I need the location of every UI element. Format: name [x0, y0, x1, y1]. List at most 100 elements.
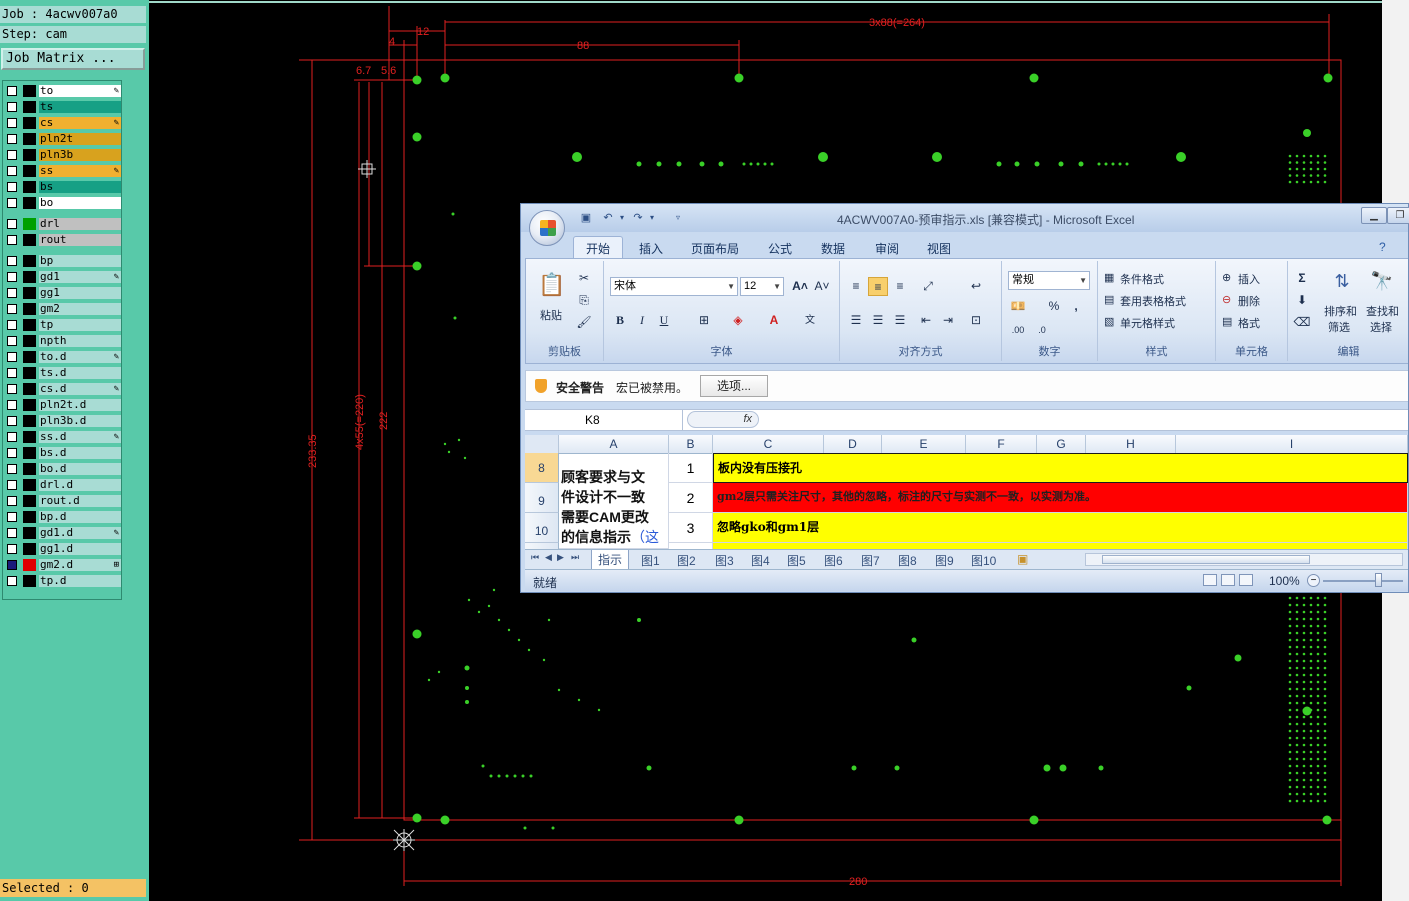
sort-filter-button[interactable]: 排序和 [1324, 303, 1357, 319]
layer-checkbox[interactable] [7, 384, 17, 394]
column-header-f[interactable]: F [966, 435, 1037, 453]
layer-color-swatch[interactable] [23, 415, 36, 427]
layer-row-gd1[interactable]: gd1 ✎ [5, 270, 121, 284]
cell-style-button[interactable]: 单元格样式 [1120, 315, 1175, 331]
layer-row-tp-d[interactable]: tp.d [5, 574, 121, 588]
layer-row-tp[interactable]: tp [5, 318, 121, 332]
layer-row-bo[interactable]: bo [5, 196, 121, 210]
layer-checkbox[interactable] [7, 336, 17, 346]
layer-name[interactable]: pln3b [39, 149, 121, 161]
help-icon[interactable]: ? [1379, 240, 1386, 254]
decrease-indent-icon[interactable]: ⇤ [916, 311, 936, 330]
align-middle-icon[interactable]: ≡ [868, 277, 888, 296]
layer-row-ts-d[interactable]: ts.d [5, 366, 121, 380]
layer-checkbox[interactable] [7, 512, 17, 522]
worksheet-grid[interactable]: A B C D E F G H I 8 9 10 顾客要求与文 件设计不一致 需… [525, 435, 1408, 549]
row-header-9[interactable]: 9 [525, 483, 559, 513]
layer-name[interactable]: gg1 [39, 287, 121, 299]
layer-checkbox[interactable] [7, 480, 17, 490]
layer-color-swatch[interactable] [23, 511, 36, 523]
merged-cell-a[interactable]: 顾客要求与文 件设计不一致 需要CAM更改 的信息指示（这 [559, 453, 669, 549]
layer-color-swatch[interactable] [23, 319, 36, 331]
layer-row-rout-d[interactable]: rout.d [5, 494, 121, 508]
borders-icon[interactable]: ⊞ [694, 311, 714, 330]
layer-row-cs-d[interactable]: cs.d ✎ [5, 382, 121, 396]
percent-icon[interactable]: % [1044, 297, 1064, 316]
find-select-button[interactable]: 查找和 [1366, 303, 1399, 319]
decrease-decimal-icon[interactable]: .0 [1032, 321, 1052, 340]
copy-icon[interactable]: ⎘ [574, 291, 594, 310]
layer-checkbox[interactable] [7, 118, 17, 128]
sheet-tab[interactable]: 图4 [751, 552, 770, 569]
layer-color-swatch[interactable] [23, 527, 36, 539]
increase-decimal-icon[interactable]: .00 [1008, 321, 1028, 340]
layer-name[interactable]: bo.d [39, 463, 121, 475]
align-center-icon[interactable]: ☰ [868, 311, 888, 330]
prev-sheet-icon[interactable]: ◀ [545, 552, 552, 563]
tab-review[interactable]: 审阅 [875, 240, 899, 257]
layer-name[interactable]: pln3b.d [39, 415, 121, 427]
layer-color-swatch[interactable] [23, 271, 36, 283]
layer-checkbox[interactable] [7, 416, 17, 426]
layer-name[interactable]: bs [39, 181, 121, 193]
layer-color-swatch[interactable] [23, 303, 36, 315]
layer-color-swatch[interactable] [23, 165, 36, 177]
layer-row-ss[interactable]: ss ✎ [5, 164, 121, 178]
conditional-format-button[interactable]: 条件格式 [1120, 271, 1164, 287]
layer-checkbox[interactable] [7, 182, 17, 192]
layer-name[interactable]: bs.d [39, 447, 121, 459]
layer-color-swatch[interactable] [23, 447, 36, 459]
layer-row-pln3b[interactable]: pln3b [5, 148, 121, 162]
layer-color-swatch[interactable] [23, 117, 36, 129]
layer-name[interactable]: ts [39, 101, 121, 113]
excel-window[interactable]: 4ACWV007A0-预审指示.xls [兼容模式] - Microsoft E… [520, 203, 1409, 593]
column-header-b[interactable]: B [669, 435, 713, 453]
redo-dropdown-icon[interactable]: ▾ [645, 212, 659, 224]
layer-row-bs-d[interactable]: bs.d [5, 446, 121, 460]
cut-icon[interactable]: ✂ [574, 269, 594, 288]
align-right-icon[interactable]: ☰ [890, 311, 910, 330]
undo-dropdown-icon[interactable]: ▾ [615, 212, 629, 224]
comma-icon[interactable]: , [1066, 297, 1086, 316]
normal-view-icon[interactable] [1203, 574, 1217, 586]
layer-row-gg1[interactable]: gg1 [5, 286, 121, 300]
column-header-h[interactable]: H [1086, 435, 1176, 453]
layer-name[interactable]: rout [39, 234, 121, 246]
layer-row-bs[interactable]: bs [5, 180, 121, 194]
grow-font-icon[interactable]: A˄ [790, 277, 810, 296]
cell-c8-notice[interactable]: 板内没有压接孔 [713, 453, 1408, 483]
font-size-combo[interactable]: 12 ▼ [740, 277, 784, 296]
layer-color-swatch[interactable] [23, 234, 36, 246]
number-format-combo[interactable]: 常规 ▼ [1008, 271, 1090, 290]
layer-name[interactable]: pln2t.d [39, 399, 121, 411]
save-icon[interactable]: ▣ [579, 212, 593, 224]
increase-indent-icon[interactable]: ⇥ [938, 311, 958, 330]
layer-checkbox[interactable] [7, 352, 17, 362]
column-header-e[interactable]: E [882, 435, 966, 453]
layer-color-swatch[interactable] [23, 101, 36, 113]
layer-checkbox[interactable] [7, 134, 17, 144]
align-bottom-icon[interactable]: ≡ [890, 277, 910, 296]
minimize-icon[interactable]: ▁ [1361, 207, 1387, 224]
sheet-tab[interactable]: 图2 [677, 552, 696, 569]
layer-name[interactable]: ss ✎ [39, 165, 121, 177]
sort-filter-icon[interactable]: ⇅ [1328, 267, 1356, 295]
layer-name[interactable]: gm2 [39, 303, 121, 315]
sheet-tab[interactable]: 图5 [787, 552, 806, 569]
sheet-tab[interactable]: 图8 [898, 552, 917, 569]
layer-color-swatch[interactable] [23, 181, 36, 193]
layer-color-swatch[interactable] [23, 133, 36, 145]
layer-row-pln3b-d[interactable]: pln3b.d [5, 414, 121, 428]
sheet-tab[interactable]: 图7 [861, 552, 880, 569]
layer-name[interactable]: gm2.d ⊞ [39, 559, 121, 571]
layer-checkbox[interactable] [7, 304, 17, 314]
layer-row-bp[interactable]: bp [5, 254, 121, 268]
layer-name[interactable]: cs.d ✎ [39, 383, 121, 395]
sheet-tab-active[interactable]: 指示 [591, 550, 630, 570]
redo-icon[interactable]: ↷ [631, 212, 645, 224]
layer-checkbox[interactable] [7, 528, 17, 538]
fill-color-icon[interactable]: ◈ [728, 311, 748, 330]
paste-icon[interactable]: 📋 [538, 269, 566, 301]
insert-function-button[interactable]: fx [687, 411, 759, 428]
layer-row-drl-d[interactable]: drl.d [5, 478, 121, 492]
